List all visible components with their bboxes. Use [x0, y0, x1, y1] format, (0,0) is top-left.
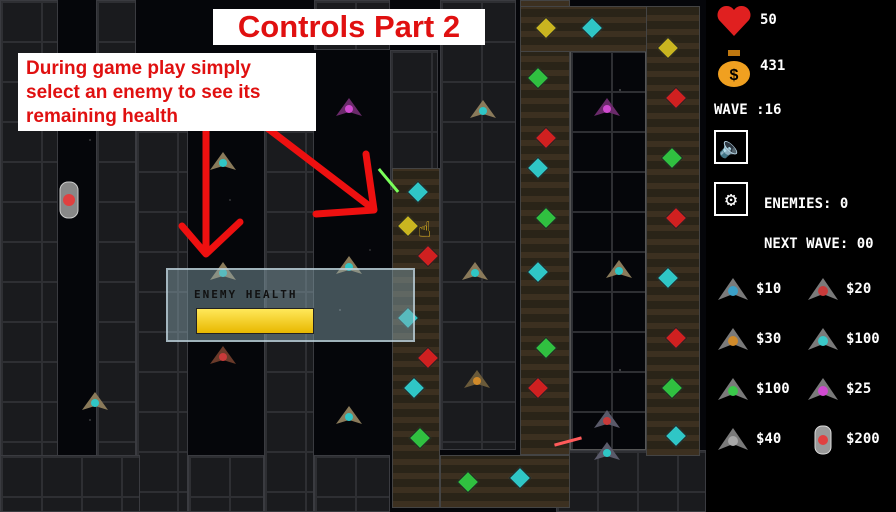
svg-text:$: $	[730, 67, 739, 84]
enemy-ship[interactable]	[336, 98, 362, 120]
enemy-ship[interactable]	[336, 406, 362, 428]
enemy-ship[interactable]	[462, 262, 488, 284]
sidebar: 50 $ 431 WAVE :16 🔈 ⚙ ENEMIES: 0 NEXT WA…	[706, 0, 896, 512]
enemy-ship[interactable]	[464, 370, 490, 392]
enemy-ship[interactable]	[594, 410, 620, 432]
money-count: 431	[760, 58, 786, 74]
next-wave-timer: NEXT WAVE: 00	[764, 236, 874, 252]
enemy-health-bar	[196, 308, 314, 334]
shop-item-price: $20	[846, 281, 872, 297]
enemy-health-fill	[197, 309, 313, 333]
frigate-ship-icon	[808, 328, 838, 350]
tutorial-title: Controls Part 2	[213, 9, 485, 45]
gunner-ship-icon	[718, 328, 748, 350]
wall-panel	[0, 455, 140, 512]
shop-item[interactable]: $20	[802, 270, 888, 310]
wall-panel	[314, 455, 390, 512]
enemies-count: ENEMIES: 0	[764, 196, 849, 212]
money-bag-icon: $	[718, 50, 750, 87]
shop-item-price: $200	[846, 431, 880, 447]
shop-item[interactable]: $100	[802, 320, 888, 360]
game-screen: ☝ Controls Part 2 During game play simpl…	[0, 0, 896, 512]
wall-panel	[188, 455, 264, 512]
lives-count: 50	[760, 12, 777, 28]
sound-button[interactable]: 🔈	[714, 130, 748, 164]
shop-item-price: $10	[756, 281, 782, 297]
playfield[interactable]: ☝ Controls Part 2 During game play simpl…	[0, 0, 706, 512]
tutorial-instruction: During game play simply select an enemy …	[18, 53, 316, 131]
enemy-health-label: ENEMY HEALTH	[194, 288, 298, 301]
shop-item[interactable]: $40	[712, 420, 798, 460]
shop-item[interactable]: $200	[802, 420, 888, 460]
enemy-health-panel: ENEMY HEALTH	[166, 268, 415, 342]
enemy-ship[interactable]	[594, 442, 620, 464]
speaker-icon: 🔈	[718, 135, 744, 159]
green-ship-icon	[718, 378, 748, 400]
gear-icon: ⚙	[724, 187, 738, 211]
shop-item[interactable]: $100	[712, 370, 798, 410]
enemy-ship[interactable]	[470, 100, 496, 122]
enemy-ship[interactable]	[82, 392, 108, 414]
shop-item[interactable]: $10	[712, 270, 798, 310]
pointer-hand-icon: ☝	[418, 218, 432, 243]
turret-pod[interactable]	[54, 180, 84, 220]
wall-panel	[556, 450, 706, 512]
enemy-ship[interactable]	[594, 98, 620, 120]
heart-icon	[717, 5, 751, 36]
shop-item-price: $40	[756, 431, 782, 447]
enemy-ship[interactable]	[210, 346, 236, 368]
striker-ship-icon	[808, 278, 838, 300]
enemy-ship[interactable]	[606, 260, 632, 282]
scout-ship-icon	[718, 278, 748, 300]
settings-button[interactable]: ⚙	[714, 182, 748, 216]
shop-item-price: $100	[846, 331, 880, 347]
shop-item[interactable]: $30	[712, 320, 798, 360]
enemy-ship[interactable]	[210, 152, 236, 174]
shop-item-price: $100	[756, 381, 790, 397]
wave-label: WAVE :16	[714, 102, 782, 118]
shop-item[interactable]: $25	[802, 370, 888, 410]
pink-ship-icon	[808, 378, 838, 400]
shop-item-price: $30	[756, 331, 782, 347]
turret-pod-icon	[814, 425, 832, 455]
shop-item-price: $25	[846, 381, 872, 397]
heavy-ship-icon	[718, 428, 748, 450]
